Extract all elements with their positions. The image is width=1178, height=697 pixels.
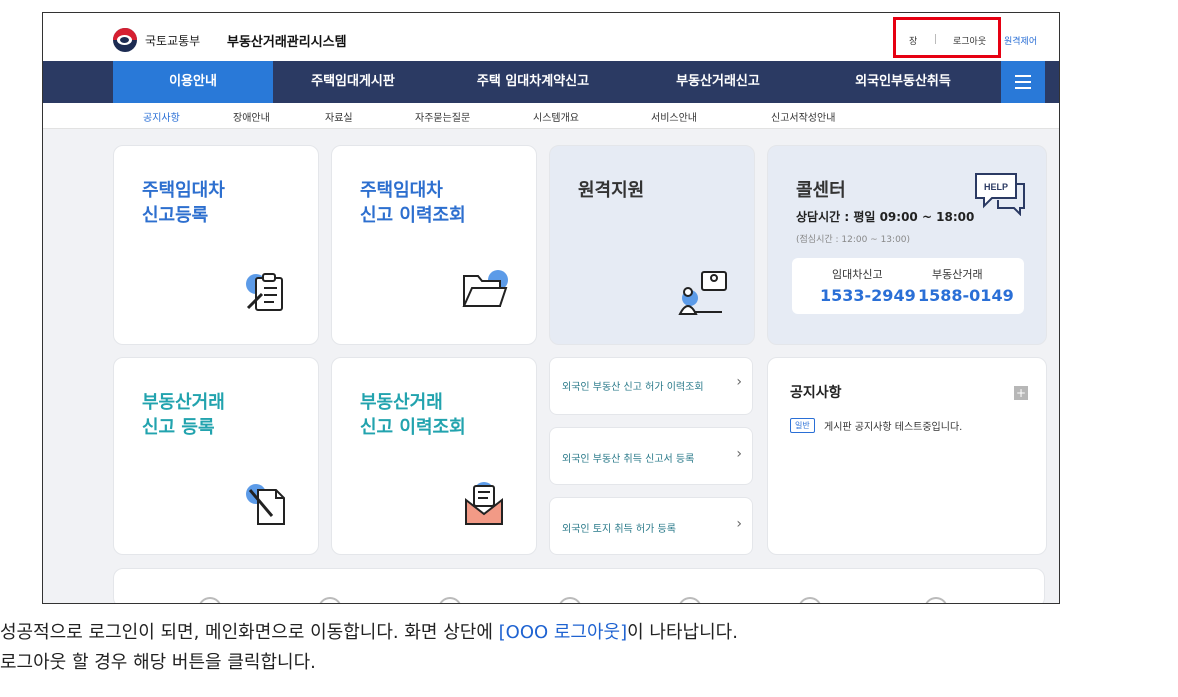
mail-icon: [465, 482, 503, 525]
chevron-right-icon: ›: [736, 446, 742, 462]
card-title: 부동산거래 신고 이력조회: [360, 392, 466, 438]
card-title: 부동산거래 신고 등록: [142, 392, 225, 438]
link-label: 외국인 부동산 취득 신고서 등록: [562, 454, 695, 465]
help-bubble-icon: HELP: [975, 173, 1025, 216]
nav-usage-guide[interactable]: 이용안내: [113, 61, 273, 103]
quick-link-icon[interactable]: [318, 597, 342, 603]
notice-item[interactable]: 게시판 공지사항 테스트중입니다.: [824, 418, 962, 433]
foreign-acquisition-register-link[interactable]: 외국인 부동산 취득 신고서 등록 ›: [549, 427, 753, 485]
person-monitor-icon: [678, 271, 727, 315]
quick-link-icon[interactable]: [198, 597, 222, 603]
lease-history-card[interactable]: 주택임대차 신고 이력조회: [331, 145, 537, 345]
trade-hotline-label: 부동산거래: [932, 268, 983, 281]
lease-hotline-label: 임대차신고: [832, 268, 883, 281]
quick-link-icon[interactable]: [438, 597, 462, 603]
quick-link-icon[interactable]: [558, 597, 582, 603]
subnav-notice[interactable]: 공지사항: [143, 109, 180, 124]
subnav-faq[interactable]: 자주묻는질문: [415, 109, 470, 124]
plus-icon[interactable]: +: [1014, 386, 1028, 400]
caption-line-1: 성공적으로 로그인이 되면, 메인화면으로 이동합니다. 화면 상단에 [OOO…: [0, 618, 738, 648]
subnav-library[interactable]: 자료실: [325, 109, 353, 124]
quick-link-icon[interactable]: [924, 597, 948, 603]
logout-highlight-box: [893, 17, 1001, 58]
foreign-land-permit-link[interactable]: 외국인 토지 취득 허가 등록 ›: [549, 497, 753, 555]
link-label: 외국인 부동산 신고 허가 이력조회: [562, 382, 704, 393]
browser-frame: 국토교통부 부동산거래관리시스템 장 로그아웃 원격제어 이용안내 주택임대게시…: [42, 12, 1060, 604]
subnav-form-guide[interactable]: 신고서작성안내: [771, 109, 835, 124]
menu-icon[interactable]: [1001, 61, 1045, 103]
foreign-permit-history-link[interactable]: 외국인 부동산 신고 허가 이력조회 ›: [549, 357, 753, 415]
government-logo[interactable]: [113, 28, 137, 52]
caption-text: 성공적으로 로그인이 되면, 메인화면으로 이동합니다. 화면 상단에: [0, 622, 499, 643]
card-title: 원격지원: [578, 180, 645, 201]
top-bar: 국토교통부 부동산거래관리시스템 장 로그아웃 원격제어: [43, 13, 1059, 61]
notice-category-badge: 일반: [790, 418, 815, 433]
sub-nav: 공지사항 장애안내 자료실 자주묻는질문 시스템개요 서비스안내 신고서작성안내: [43, 103, 1059, 129]
instruction-caption: 성공적으로 로그인이 되면, 메인화면으로 이동합니다. 화면 상단에 [OOO…: [0, 618, 738, 678]
call-center-hours: 상담시간 : 평일 09:00 ~ 18:00: [796, 210, 975, 224]
notice-title: 공지사항: [790, 385, 842, 401]
quick-link-icon[interactable]: [678, 597, 702, 603]
system-name[interactable]: 부동산거래관리시스템: [227, 31, 347, 50]
notice-card: 공지사항 + 일반 게시판 공지사항 테스트중입니다.: [767, 357, 1047, 555]
link-label: 외국인 토지 취득 허가 등록: [562, 524, 676, 535]
remote-support-card[interactable]: 원격지원: [549, 145, 755, 345]
ministry-name: 국토교통부: [145, 34, 201, 48]
pen-document-icon: [246, 484, 285, 525]
chevron-right-icon: ›: [736, 516, 742, 532]
card-title: 주택임대차 신고 이력조회: [360, 180, 466, 226]
trade-hotline-number: 1588-0149: [918, 286, 1014, 305]
card-title: 주택임대차 신고등록: [142, 180, 225, 226]
nav-foreign-acquisition[interactable]: 외국인부동산취득: [803, 61, 1003, 103]
quick-links-card: [113, 568, 1045, 603]
folder-icon: [462, 270, 508, 307]
nav-lease-contract-report[interactable]: 주택 임대차계약신고: [433, 61, 633, 103]
trade-history-card[interactable]: 부동산거래 신고 이력조회: [331, 357, 537, 555]
caption-line-2: 로그아웃 할 경우 해당 버튼을 클릭합니다.: [0, 652, 316, 673]
lease-hotline-number: 1533-2949: [820, 286, 916, 305]
subnav-service[interactable]: 서비스안내: [651, 109, 697, 124]
trade-register-card[interactable]: 부동산거래 신고 등록: [113, 357, 319, 555]
nav-trade-report[interactable]: 부동산거래신고: [633, 61, 803, 103]
help-badge-text: HELP: [984, 182, 1008, 192]
lease-register-card[interactable]: 주택임대차 신고등록: [113, 145, 319, 345]
clipboard-icon: [246, 273, 283, 311]
subnav-overview[interactable]: 시스템개요: [533, 109, 579, 124]
quick-link-icon[interactable]: [798, 597, 822, 603]
call-center-lunch: (점심시간 : 12:00 ~ 13:00): [796, 235, 911, 245]
chevron-right-icon: ›: [736, 374, 742, 390]
subnav-outage[interactable]: 장애안내: [233, 109, 270, 124]
hotline-box: 임대차신고 부동산거래 1533-2949 1588-0149: [792, 258, 1024, 314]
call-center-card: 콜센터 HELP 상담시간 : 평일 09:00 ~ 18:00 (점심시간 :…: [767, 145, 1047, 345]
caption-highlight: [OOO 로그아웃]: [498, 622, 628, 643]
caption-text: 이 나타납니다.: [627, 622, 738, 643]
nav-lease-board[interactable]: 주택임대게시판: [273, 61, 433, 103]
remote-control-link[interactable]: 원격제어: [1004, 34, 1037, 47]
call-center-title: 콜센터: [796, 180, 846, 201]
main-nav: 이용안내 주택임대게시판 주택 임대차계약신고 부동산거래신고 외국인부동산취득: [43, 61, 1059, 103]
